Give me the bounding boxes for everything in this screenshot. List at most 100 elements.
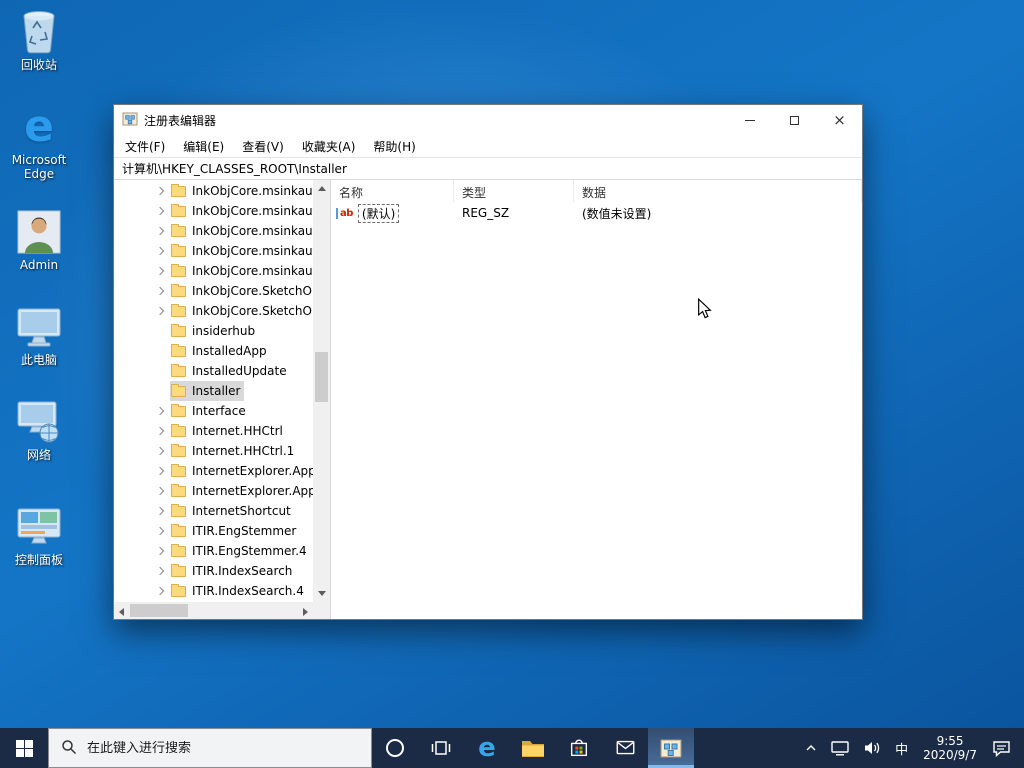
action-center-button[interactable] (985, 728, 1018, 768)
tree-item[interactable]: InstalledApp (114, 341, 330, 361)
menu-view[interactable]: 查看(V) (233, 135, 293, 157)
folder-icon (171, 283, 186, 297)
chevron-right-icon[interactable] (154, 488, 170, 494)
tree-item[interactable]: ITIR.EngStemmer (114, 521, 330, 541)
desktop-icon-recycle-bin[interactable]: 回收站 (4, 8, 74, 72)
tree-item[interactable]: ITIR.IndexSearch (114, 561, 330, 581)
taskbar-search[interactable] (48, 728, 372, 768)
tree-item[interactable]: InkObjCore.SketchOb (114, 281, 330, 301)
tree-item[interactable]: Interface (114, 401, 330, 421)
tree-item-label: InternetShortcut (192, 504, 291, 518)
menu-help[interactable]: 帮助(H) (364, 135, 424, 157)
taskbar: e (0, 728, 1024, 768)
computer-icon (4, 303, 74, 351)
mail-taskbar-button[interactable] (602, 728, 648, 768)
tree-item[interactable]: Internet.HHCtrl (114, 421, 330, 441)
tree-item[interactable]: InkObjCore.msinkaut (114, 241, 330, 261)
task-view-button[interactable] (418, 728, 464, 768)
chevron-right-icon[interactable] (154, 288, 170, 294)
vertical-scrollbar[interactable] (313, 180, 330, 602)
chevron-right-icon[interactable] (154, 568, 170, 574)
edge-taskbar-button[interactable]: e (464, 728, 510, 768)
edge-icon: e (478, 733, 496, 763)
desktop-icon-label: Admin (19, 258, 59, 272)
folder-icon (171, 543, 186, 557)
folder-icon (171, 223, 186, 237)
search-input[interactable] (87, 740, 337, 756)
chevron-right-icon[interactable] (154, 548, 170, 554)
value-name: (默认) (357, 203, 400, 223)
menu-favorites[interactable]: 收藏夹(A) (293, 135, 365, 157)
chevron-right-icon[interactable] (154, 508, 170, 514)
folder-icon (171, 423, 186, 437)
desktop-icon-network[interactable]: 网络 (4, 398, 74, 462)
column-header-type[interactable]: 类型 (454, 180, 574, 202)
tree-item[interactable]: InternetShortcut (114, 501, 330, 521)
menu-edit[interactable]: 编辑(E) (174, 135, 233, 157)
tree-item-label: InkObjCore.msinkaut (192, 244, 318, 258)
start-button[interactable] (0, 728, 48, 768)
tree-item[interactable]: InkObjCore.msinkaut (114, 181, 330, 201)
maximize-icon (790, 115, 799, 125)
scroll-up-icon[interactable] (317, 186, 326, 191)
chevron-right-icon[interactable] (154, 588, 170, 594)
tree-item[interactable]: InkObjCore.msinkaut (114, 201, 330, 221)
tree-item[interactable]: InkObjCore.msinkaut (114, 221, 330, 241)
taskbar-clock[interactable]: 9:55 2020/9/7 (915, 734, 985, 762)
chevron-right-icon[interactable] (154, 448, 170, 454)
chevron-right-icon[interactable] (154, 228, 170, 234)
desktop-icon-this-pc[interactable]: 此电脑 (4, 303, 74, 367)
tree-item[interactable]: InkObjCore.SketchOb (114, 301, 330, 321)
file-explorer-taskbar-button[interactable] (510, 728, 556, 768)
vertical-scroll-thumb[interactable] (315, 352, 328, 402)
registry-tree-pane[interactable]: InkObjCore.msinkaut InkObjCore.msinkaut … (114, 180, 331, 619)
chevron-right-icon[interactable] (154, 428, 170, 434)
tree-item[interactable]: Internet.HHCtrl.1 (114, 441, 330, 461)
address-input[interactable] (114, 158, 862, 179)
regedit-app-icon[interactable] (122, 111, 138, 130)
chevron-right-icon[interactable] (154, 268, 170, 274)
scroll-left-icon[interactable] (119, 608, 124, 616)
column-header-name[interactable]: 名称 (331, 180, 454, 202)
tree-item[interactable]: ITIR.IndexSearch.4 (114, 581, 330, 601)
desktop-icon-admin[interactable]: Admin (4, 208, 74, 272)
tree-item-label: ITIR.IndexSearch.4 (192, 584, 304, 598)
tree-item[interactable]: InstalledUpdate (114, 361, 330, 381)
chevron-right-icon[interactable] (154, 308, 170, 314)
menu-file[interactable]: 文件(F) (116, 135, 174, 157)
regedit-taskbar-button[interactable] (648, 728, 694, 768)
tree-item[interactable]: insiderhub (114, 321, 330, 341)
maximize-button[interactable] (772, 105, 817, 135)
tree-item[interactable]: InkObjCore.msinkaut (114, 261, 330, 281)
chevron-right-icon[interactable] (154, 188, 170, 194)
network-tray-icon[interactable] (824, 728, 856, 768)
tree-item[interactable]: InternetExplorer.Appl (114, 481, 330, 501)
close-button[interactable]: × (817, 105, 862, 135)
desktop-icon-control-panel[interactable]: 控制面板 (4, 503, 74, 567)
desktop-icon-edge[interactable]: e Microsoft Edge (4, 103, 74, 182)
folder-icon (171, 383, 186, 397)
volume-tray-icon[interactable] (856, 728, 888, 768)
minimize-button[interactable] (727, 105, 772, 135)
chevron-right-icon[interactable] (154, 408, 170, 414)
registry-value-row[interactable]: ab (默认) REG_SZ (数值未设置) (331, 202, 862, 224)
desktop-icon-label: 控制面板 (14, 553, 63, 567)
store-taskbar-button[interactable] (556, 728, 602, 768)
chevron-right-icon[interactable] (154, 248, 170, 254)
tree-item[interactable]: ITIR.EngStemmer.4 (114, 541, 330, 561)
scroll-right-icon[interactable] (303, 608, 308, 616)
registry-values-pane[interactable]: 名称 类型 数据 ab (默认) REG_SZ (数值未设置) (331, 180, 862, 619)
tree-item-selected[interactable]: Installer (114, 381, 330, 401)
tray-expand-button[interactable] (798, 728, 824, 768)
chevron-right-icon[interactable] (154, 468, 170, 474)
chevron-right-icon[interactable] (154, 208, 170, 214)
tree-item[interactable]: InternetExplorer.Appl (114, 461, 330, 481)
chevron-right-icon[interactable] (154, 528, 170, 534)
column-header-data[interactable]: 数据 (574, 180, 862, 202)
ime-indicator[interactable]: 中 (888, 728, 915, 768)
scroll-down-icon[interactable] (317, 591, 326, 596)
cortana-button[interactable] (372, 728, 418, 768)
horizontal-scroll-thumb[interactable] (130, 604, 188, 617)
horizontal-scrollbar[interactable] (114, 602, 313, 619)
clock-date: 2020/9/7 (923, 748, 977, 762)
